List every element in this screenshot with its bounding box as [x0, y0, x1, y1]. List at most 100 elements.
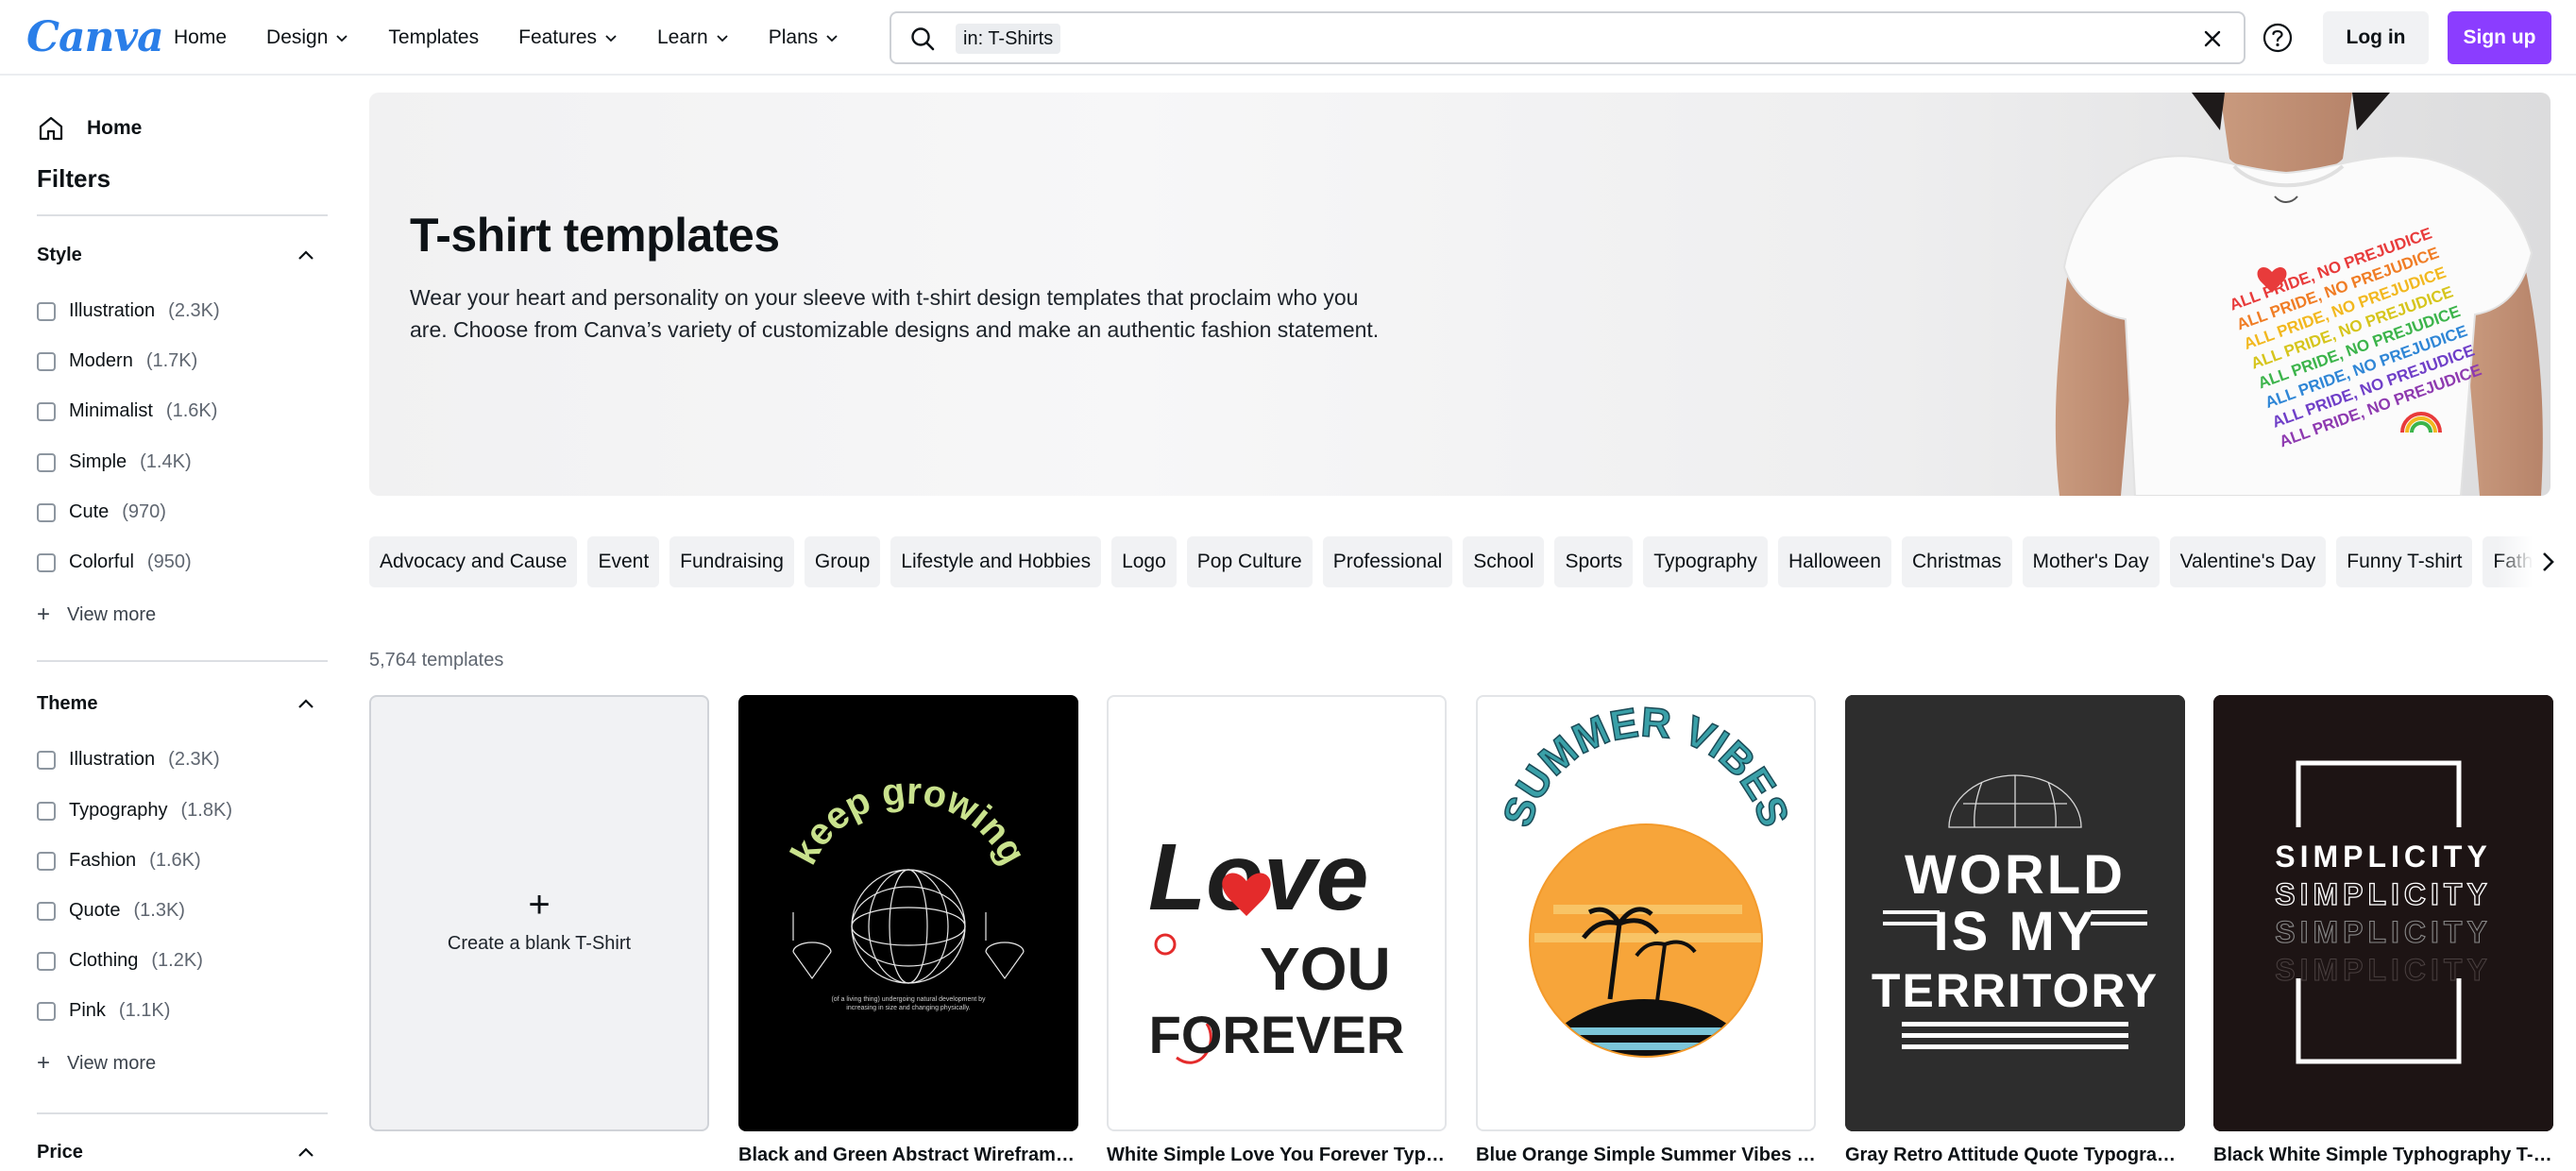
close-icon[interactable]: [2198, 25, 2227, 53]
filter-option[interactable]: Illustration (2.3K): [37, 300, 220, 322]
template-card[interactable]: keep growing (of a living thing) undergo…: [738, 695, 1078, 1131]
category-chip[interactable]: Halloween: [1777, 536, 1891, 587]
template-card[interactable]: SUMMER VIBES: [1476, 695, 1816, 1131]
nav-templates[interactable]: Templates: [388, 26, 479, 49]
checkbox[interactable]: [37, 401, 56, 421]
checkbox[interactable]: [37, 1001, 56, 1021]
checkbox[interactable]: [37, 552, 56, 572]
option-count: (1.3K): [133, 900, 185, 921]
option-count: (2.3K): [168, 749, 220, 770]
template-title[interactable]: White Simple Love You Forever Typog...: [1107, 1145, 1447, 1166]
option-count: (1.6K): [149, 850, 201, 871]
category-chip[interactable]: Lifestyle and Hobbies: [890, 536, 1102, 587]
option-label: Fashion: [69, 850, 137, 871]
template-title[interactable]: Gray Retro Attitude Quote Typograph...: [1845, 1145, 2185, 1166]
filter-group-price[interactable]: Price: [37, 1142, 316, 1163]
filter-option[interactable]: Colorful (950): [37, 552, 192, 573]
page-description: Wear your heart and personality on your …: [410, 285, 1380, 342]
login-button[interactable]: Log in: [2323, 11, 2429, 64]
filter-option[interactable]: Clothing (1.2K): [37, 950, 203, 972]
category-chip[interactable]: Typography: [1643, 536, 1768, 587]
nav-features[interactable]: Features: [518, 26, 618, 49]
category-chip[interactable]: Logo: [1111, 536, 1177, 587]
nav-design[interactable]: Design: [266, 26, 348, 49]
nav-plans[interactable]: Plans: [769, 26, 839, 49]
category-chip[interactable]: Fundraising: [669, 536, 794, 587]
chevron-down-icon: [717, 35, 728, 42]
template-card[interactable]: WORLD IS MY TERRITORY: [1845, 695, 2185, 1131]
filters-sidebar: Home Filters Style Illustration (2.3K) Mo…: [0, 77, 349, 1171]
filter-group-theme[interactable]: Theme: [37, 693, 316, 715]
category-chip[interactable]: School: [1463, 536, 1545, 587]
filter-option[interactable]: Cute (970): [37, 501, 166, 523]
plus-icon: +: [37, 1050, 51, 1076]
search-box[interactable]: in: T-Shirts: [890, 11, 2246, 64]
view-more-button[interactable]: + View more: [37, 602, 156, 628]
top-bar: Canva Home Design Templates Features Lea…: [0, 0, 2576, 76]
chevron-right-icon[interactable]: [2536, 550, 2559, 574]
checkbox[interactable]: [37, 901, 56, 921]
filter-option[interactable]: Modern (1.7K): [37, 350, 197, 372]
search-icon[interactable]: [908, 25, 937, 53]
filter-option[interactable]: Minimalist (1.6K): [37, 400, 217, 422]
checkbox[interactable]: [37, 351, 56, 371]
template-title[interactable]: Black White Simple Typhography T-Sh...: [2213, 1145, 2553, 1166]
checkbox[interactable]: [37, 301, 56, 321]
checkbox[interactable]: [37, 951, 56, 971]
category-chip[interactable]: Funny T-shirt: [2336, 536, 2473, 587]
home-icon: [39, 116, 63, 141]
filter-option[interactable]: Illustration (2.3K): [37, 749, 220, 771]
checkbox[interactable]: [37, 851, 56, 871]
help-icon[interactable]: [2261, 21, 2295, 55]
category-chip[interactable]: Christmas: [1902, 536, 2012, 587]
filter-group-style[interactable]: Style: [37, 245, 316, 266]
chevron-up-icon[interactable]: [296, 246, 316, 266]
view-more-button[interactable]: + View more: [37, 1050, 156, 1077]
filter-option[interactable]: Pink (1.1K): [37, 1000, 170, 1022]
option-count: (1.1K): [118, 1000, 171, 1021]
checkbox[interactable]: [37, 801, 56, 821]
option-count: (1.4K): [140, 451, 192, 472]
category-chip[interactable]: Valentine's Day: [2169, 536, 2327, 587]
chevron-up-icon[interactable]: [296, 694, 316, 715]
template-title[interactable]: Blue Orange Simple Summer Vibes T-...: [1476, 1145, 1816, 1166]
checkbox[interactable]: [37, 750, 56, 770]
sidebar-home-link[interactable]: Home: [36, 113, 142, 144]
tshirt-model-image: ALL PRIDE, NO PREJUDICE ALL PRIDE, NO PR…: [2055, 93, 2543, 496]
chevron-up-icon[interactable]: [296, 1143, 316, 1163]
nav-label: Templates: [388, 26, 480, 48]
result-count: 5,764 templates: [369, 650, 504, 670]
option-label: Quote: [69, 900, 121, 921]
category-chip[interactable]: Advocacy and Cause: [369, 536, 578, 587]
category-chip[interactable]: Mother's Day: [2022, 536, 2160, 587]
category-chip[interactable]: Pop Culture: [1186, 536, 1313, 587]
checkbox[interactable]: [37, 502, 56, 522]
canva-logo[interactable]: Canva: [26, 13, 164, 61]
category-chip[interactable]: Sports: [1554, 536, 1634, 587]
template-card[interactable]: Love YOU FOREVER: [1107, 695, 1447, 1131]
filter-option[interactable]: Simple (1.4K): [37, 451, 192, 473]
template-card[interactable]: SIMPLICITY SIMPLICITY SIMPLICITY SIMPLIC…: [2213, 695, 2553, 1131]
option-label: Pink: [69, 1000, 106, 1021]
nav-home[interactable]: Home: [174, 26, 227, 49]
category-chip[interactable]: Group: [804, 536, 881, 587]
option-label: Modern: [69, 350, 133, 371]
option-count: (1.7K): [145, 350, 198, 371]
checkbox[interactable]: [37, 452, 56, 472]
nav-learn[interactable]: Learn: [657, 26, 729, 49]
chevron-down-icon: [605, 35, 617, 42]
nav-label: Design: [266, 26, 329, 48]
category-chip[interactable]: Event: [587, 536, 660, 587]
search-scope-tag[interactable]: in: T-Shirts: [956, 24, 1061, 54]
template-thumbnail: Love YOU FOREVER: [1148, 824, 1405, 1064]
signup-button[interactable]: Sign up: [2448, 11, 2551, 64]
filter-option[interactable]: Fashion (1.6K): [37, 850, 201, 872]
filter-option[interactable]: Quote (1.3K): [37, 900, 185, 922]
create-blank-card[interactable]: + Create a blank T-Shirt: [369, 695, 709, 1131]
filter-option[interactable]: Typography (1.8K): [37, 800, 232, 822]
category-chip[interactable]: Professional: [1322, 536, 1453, 587]
template-title[interactable]: Black and Green Abstract Wireframe ...: [738, 1145, 1078, 1166]
chevron-down-icon: [826, 35, 838, 42]
thumbnail-text: FOREVER: [1149, 1005, 1405, 1064]
thumbnail-text: YOU: [1260, 935, 1391, 1003]
